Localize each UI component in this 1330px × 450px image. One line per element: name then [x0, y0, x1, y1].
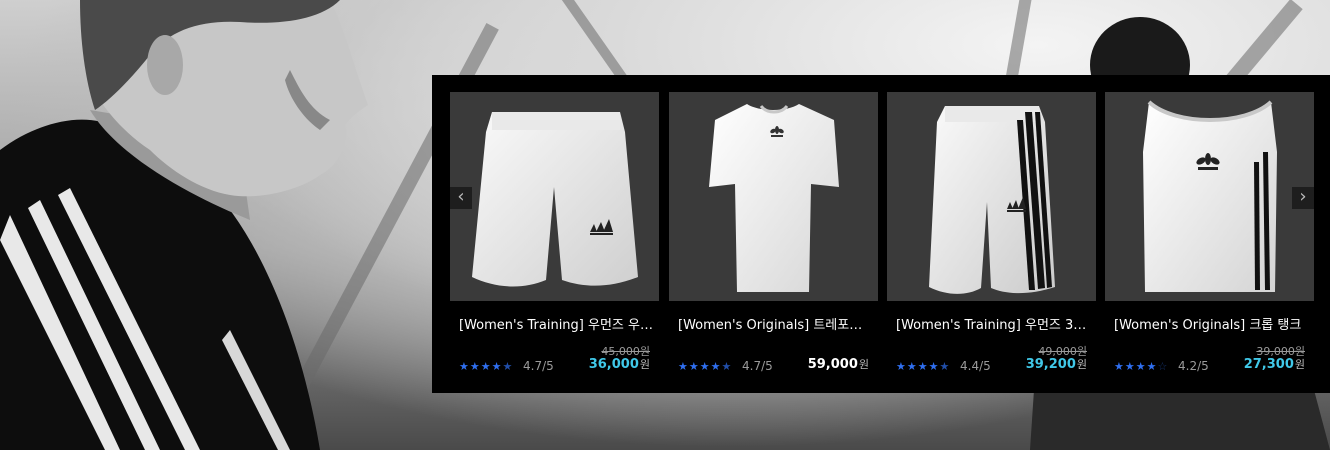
star-full-icon: ★	[480, 360, 491, 373]
product-card[interactable]: [Women's Originals] 크롭 탱크 ★ ★ ★ ★ ☆ 4.2/5 39…	[1105, 92, 1314, 376]
product-card[interactable]: [Women's Originals] 트레포일 드… ★ ★ ★ ★ ★ 4.7/5 …	[669, 92, 878, 376]
product-name[interactable]: [Women's Training] 우먼즈 3S 우…	[896, 314, 1092, 333]
product-name[interactable]: [Women's Originals] 트레포일 드…	[678, 314, 874, 333]
star-full-icon: ★	[896, 360, 906, 373]
star-full-icon: ★	[699, 360, 710, 373]
star-full-icon: ★	[710, 360, 721, 373]
sale-price: 36,000원	[589, 356, 650, 372]
star-full-icon: ★	[1114, 360, 1124, 373]
price-value: 59,000	[807, 357, 858, 372]
star-full-icon: ★	[469, 360, 480, 373]
currency-label: 원	[858, 358, 869, 371]
chevron-right-icon: ›	[1299, 186, 1307, 207]
sale-price: 39,200원	[1026, 356, 1087, 372]
chevron-left-icon: ‹	[457, 186, 465, 207]
model-photo	[0, 0, 368, 450]
product-image-white-tshirt[interactable]	[669, 92, 878, 301]
star-half-icon: ★	[721, 360, 732, 373]
currency-label: 원	[1294, 358, 1305, 371]
currency-label: 원	[639, 358, 650, 371]
star-full-icon: ★	[1135, 360, 1146, 373]
sale-price: 59,000원	[808, 356, 869, 372]
product-image-white-3-stripe-shorts[interactable]	[887, 92, 1096, 301]
product-carousel: [Women's Training] 우먼즈 우븐 … ★ ★ ★ ★ ★ 4.7/5 …	[432, 75, 1330, 393]
rating-score: 4.7/5	[523, 359, 554, 373]
star-rating: ★ ★ ★ ★ ★	[459, 361, 512, 373]
star-rating: ★ ★ ★ ★ ★	[896, 361, 949, 373]
currency-label: 원	[1076, 358, 1087, 371]
rating-score: 4.2/5	[1178, 359, 1209, 373]
star-full-icon: ★	[678, 360, 688, 373]
star-rating: ★ ★ ★ ★ ☆	[1114, 361, 1167, 373]
star-full-icon: ★	[906, 360, 917, 373]
star-full-icon: ★	[688, 360, 699, 373]
product-card[interactable]: [Women's Training] 우먼즈 3S 우… ★ ★ ★ ★ ★ 4.4/5…	[887, 92, 1096, 376]
product-card[interactable]: [Women's Training] 우먼즈 우븐 … ★ ★ ★ ★ ★ 4.7/5 …	[450, 92, 659, 376]
star-full-icon: ★	[459, 360, 469, 373]
product-image-white-crop-tank[interactable]	[1105, 92, 1314, 301]
star-half-icon: ★	[939, 360, 950, 373]
carousel-next-button[interactable]: ›	[1292, 187, 1314, 209]
star-empty-icon: ☆	[1157, 360, 1168, 373]
sale-price: 27,300원	[1244, 356, 1305, 372]
star-full-icon: ★	[1124, 360, 1135, 373]
product-name[interactable]: [Women's Originals] 크롭 탱크	[1114, 314, 1310, 333]
carousel-prev-button[interactable]: ‹	[450, 187, 472, 209]
star-half-icon: ★	[502, 360, 513, 373]
product-name[interactable]: [Women's Training] 우먼즈 우븐 …	[459, 314, 655, 333]
star-full-icon: ★	[917, 360, 928, 373]
price-value: 36,000	[588, 357, 639, 372]
price-value: 27,300	[1243, 357, 1294, 372]
price-value: 39,200	[1025, 357, 1076, 372]
star-full-icon: ★	[491, 360, 502, 373]
star-full-icon: ★	[928, 360, 939, 373]
star-rating: ★ ★ ★ ★ ★	[678, 361, 731, 373]
product-image-white-shorts[interactable]	[450, 92, 659, 301]
rating-score: 4.7/5	[742, 359, 773, 373]
star-full-icon: ★	[1146, 360, 1157, 373]
rating-score: 4.4/5	[960, 359, 991, 373]
